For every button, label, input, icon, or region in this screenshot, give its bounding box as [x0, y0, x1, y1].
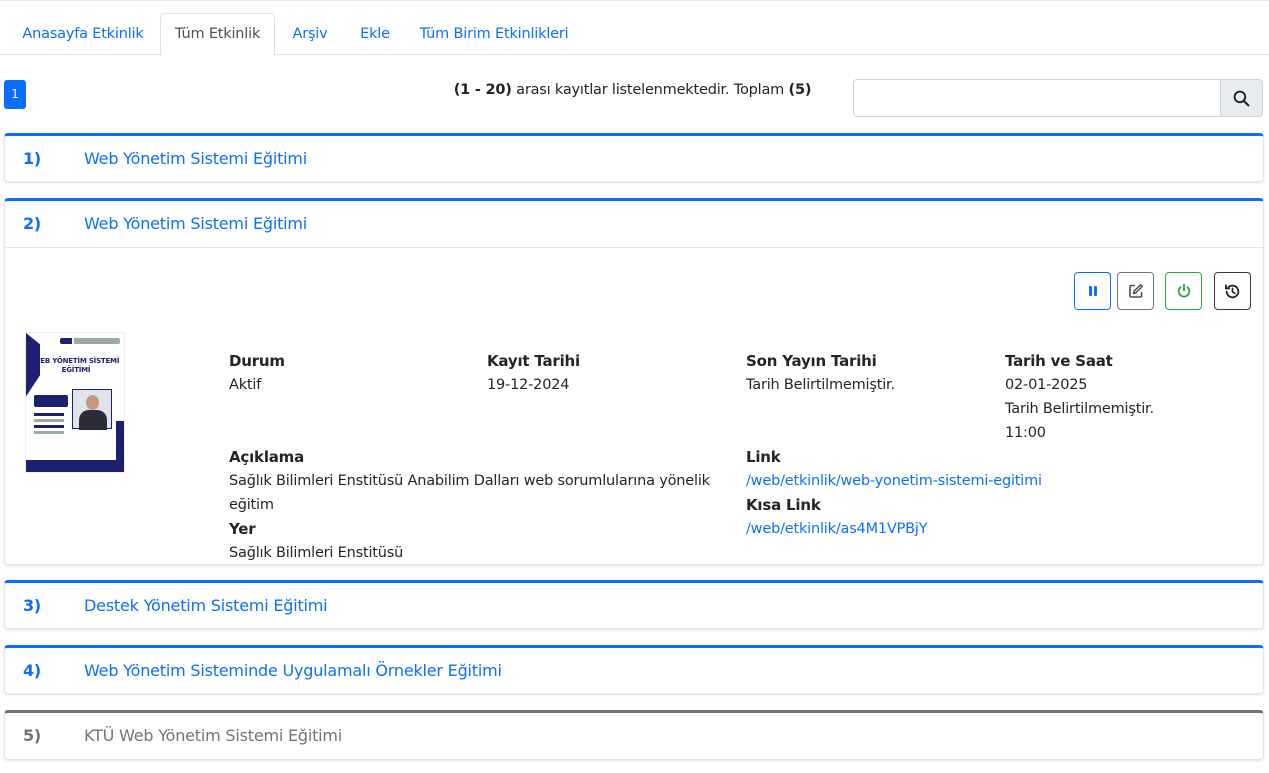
- event-number: 1): [23, 149, 42, 168]
- tarih-saat-label: Tarih ve Saat: [1005, 352, 1113, 370]
- tab-tum-birim-etkinlikleri[interactable]: Tüm Birim Etkinlikleri: [405, 13, 583, 55]
- record-total: (5): [788, 82, 812, 98]
- event-card-5: 5) KTÜ Web Yönetim Sistemi Eğitimi: [4, 710, 1264, 760]
- link-label: Link: [746, 448, 781, 466]
- tab-bar: Anasayfa Etkinlik Tüm Etkinlik Arşiv Ekl…: [0, 13, 1269, 56]
- edit-icon: [1128, 284, 1143, 298]
- tab-ekle[interactable]: Ekle: [345, 13, 405, 55]
- event-title[interactable]: Web Yönetim Sisteminde Uygulamalı Örnekl…: [84, 661, 502, 680]
- event-card-3: 3) Destek Yönetim Sistemi Eğitimi: [4, 580, 1264, 629]
- search-icon: [1233, 90, 1250, 106]
- event-number: 2): [23, 214, 42, 233]
- event-card-4: 4) Web Yönetim Sisteminde Uygulamalı Örn…: [4, 645, 1264, 694]
- event-card-header[interactable]: 1) Web Yönetim Sistemi Eğitimi: [5, 136, 1263, 182]
- kayit-tarihi-value: 19-12-2024: [487, 377, 570, 393]
- event-link[interactable]: /web/etkinlik/web-yonetim-sistemi-egitim…: [746, 473, 1042, 489]
- event-card-header[interactable]: 3) Destek Yönetim Sistemi Eğitimi: [5, 583, 1263, 629]
- power-button[interactable]: [1165, 272, 1202, 310]
- record-range: (1 - 20): [453, 82, 512, 98]
- durum-label: Durum: [229, 352, 285, 370]
- event-title[interactable]: Web Yönetim Sistemi Eğitimi: [84, 149, 307, 168]
- son-yayin-label: Son Yayın Tarihi: [746, 352, 877, 370]
- event-title[interactable]: Destek Yönetim Sistemi Eğitimi: [84, 596, 328, 615]
- event-poster-image: WEB YÖNETİM SİSTEMİ EĞİTİMİ: [25, 332, 125, 473]
- short-link-label: Kısa Link: [746, 496, 821, 514]
- event-number: 4): [23, 661, 42, 680]
- event-detail: WEB YÖNETİM SİSTEMİ EĞİTİMİ Durum Aktif K…: [5, 247, 1263, 565]
- search-button[interactable]: [1220, 79, 1263, 117]
- tab-anasayfa-etkinlik[interactable]: Anasayfa Etkinlik: [4, 13, 162, 55]
- record-count-text: (1 - 20) arası kayıtlar listelenmektedir…: [380, 82, 885, 98]
- kayit-tarihi-label: Kayıt Tarihi: [487, 352, 580, 370]
- short-link[interactable]: /web/etkinlik/as4M1VPBjY: [746, 521, 928, 537]
- speaker-photo: [72, 389, 112, 430]
- tarih-value: 02-01-2025: [1005, 377, 1088, 393]
- edit-button[interactable]: [1117, 272, 1154, 310]
- event-card-1: 1) Web Yönetim Sistemi Eğitimi: [4, 133, 1264, 182]
- yer-label: Yer: [229, 520, 256, 538]
- tab-tum-etkinlik[interactable]: Tüm Etkinlik: [160, 13, 275, 56]
- aciklama-value-cont: eğitim: [229, 497, 274, 513]
- event-number: 3): [23, 596, 42, 615]
- page-1-button[interactable]: 1: [4, 80, 26, 109]
- pause-icon: [1088, 286, 1097, 296]
- pause-button[interactable]: [1074, 272, 1111, 310]
- power-icon: [1177, 283, 1190, 298]
- event-card-header[interactable]: 5) KTÜ Web Yönetim Sistemi Eğitimi: [5, 713, 1263, 759]
- university-logo: [60, 338, 120, 344]
- history-icon: [1225, 283, 1240, 298]
- event-title[interactable]: KTÜ Web Yönetim Sistemi Eğitimi: [84, 726, 342, 745]
- durum-value: Aktif: [229, 377, 262, 393]
- search-input[interactable]: [853, 79, 1221, 117]
- event-title[interactable]: Web Yönetim Sistemi Eğitimi: [84, 214, 307, 233]
- aciklama-label: Açıklama: [229, 448, 305, 466]
- poster-title: WEB YÖNETİM SİSTEMİ EĞİTİMİ: [32, 357, 120, 374]
- history-button[interactable]: [1214, 272, 1251, 310]
- tab-arsiv[interactable]: Arşiv: [275, 13, 345, 55]
- record-middle-text: arası kayıtlar listelenmektedir. Toplam: [516, 82, 785, 98]
- event-card-2: 2) Web Yönetim Sistemi Eğitimi WEB YÖNET…: [4, 198, 1264, 565]
- event-number: 5): [23, 726, 42, 745]
- saat-value: 11:00: [1005, 425, 1046, 441]
- son-yayin-value: Tarih Belirtilmemiştir.: [746, 377, 895, 393]
- yer-value: Sağlık Bilimleri Enstitüsü: [229, 545, 404, 561]
- tarih-note: Tarih Belirtilmemiştir.: [1005, 401, 1154, 417]
- aciklama-value: Sağlık Bilimleri Enstitüsü Anabilim Dall…: [229, 473, 710, 489]
- top-border: [0, 0, 1269, 1]
- event-card-header[interactable]: 2) Web Yönetim Sistemi Eğitimi: [5, 201, 1263, 247]
- event-card-header[interactable]: 4) Web Yönetim Sisteminde Uygulamalı Örn…: [5, 648, 1263, 694]
